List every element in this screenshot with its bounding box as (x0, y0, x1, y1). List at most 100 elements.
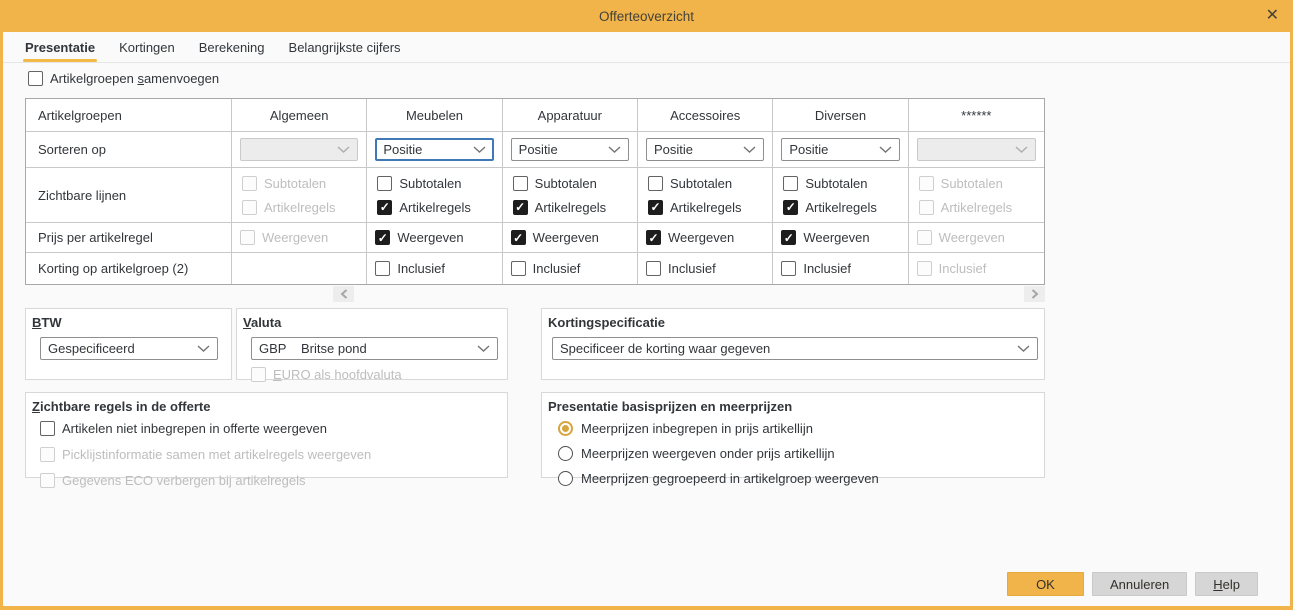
checkbox-icon (916, 261, 932, 276)
chevron-left-icon (339, 289, 347, 299)
scroll-right-button[interactable] (1024, 286, 1045, 302)
checkbox-checked-icon (783, 199, 799, 215)
valuta-panel: Valuta GBP Britse pond EURO als hoofdvalu… (236, 308, 508, 382)
subtotalen-checkbox-algemeen: Subtotalen (242, 175, 326, 191)
row-label-korting-op-artikelgroep: Korting op artikelgroep (2) (26, 253, 232, 284)
ok-button[interactable]: OK (1006, 572, 1084, 596)
checkbox-icon (510, 261, 526, 276)
artikelregels-checkbox-accessoires[interactable]: Artikelregels (647, 199, 742, 215)
sort-select-apparatuur[interactable]: Positie (510, 138, 629, 161)
chevron-down-icon (1017, 345, 1030, 352)
checkbox-icon (242, 199, 257, 215)
valuta-select[interactable]: GBP Britse pond (251, 337, 498, 360)
article-groups-table: Artikelgroepen Algemeen Meubelen Apparat… (25, 98, 1045, 285)
scroll-left-button[interactable] (333, 286, 354, 302)
btw-select[interactable]: Gespecificeerd (40, 337, 218, 360)
weergeven-checkbox-meubelen[interactable]: Weergeven (375, 230, 464, 245)
checkbox-checked-icon (645, 230, 661, 245)
dialog-footer: OK Annuleren Help (1006, 572, 1258, 596)
checkbox-icon (375, 261, 391, 276)
merge-article-groups-label: Artikelgroepen samenvoegen (50, 71, 220, 86)
offerteoverzicht-dialog: Offerteoverzicht ✕ Presentatie Kortingen… (0, 0, 1293, 610)
artikelen-niet-inbegrepen-checkbox[interactable]: Artikelen niet inbegrepen in offerte wee… (40, 421, 501, 436)
checkbox-icon (783, 175, 799, 191)
sort-select-diversen[interactable]: Positie (781, 138, 900, 161)
empty-cell-algemeen (232, 253, 368, 284)
weergeven-checkbox-masked: Weergeven (916, 230, 1005, 245)
checkbox-icon (40, 473, 55, 488)
inclusief-checkbox-masked: Inclusief (916, 261, 986, 276)
weergeven-checkbox-diversen[interactable]: Weergeven (781, 230, 870, 245)
chevron-down-icon (608, 146, 621, 153)
meerprijzen-inbegrepen-radio[interactable]: Meerprijzen inbegrepen in prijs artikell… (558, 421, 1038, 436)
subtotalen-checkbox-masked: Subtotalen (918, 175, 1003, 191)
checkbox-icon (240, 230, 255, 245)
col-header-masked: ****** (908, 99, 1044, 132)
inclusief-checkbox-apparatuur[interactable]: Inclusief (510, 261, 580, 276)
meerprijzen-gegroepeerd-radio[interactable]: Meerprijzen gegroepeerd in artikelgroep … (558, 471, 1038, 486)
sort-select-masked (916, 138, 1036, 161)
euro-hoofdvaluta-checkbox: EURO als hoofdvaluta (251, 367, 501, 382)
artikelregels-checkbox-diversen[interactable]: Artikelregels (783, 199, 877, 215)
dialog-title: Offerteoverzicht (598, 8, 695, 24)
tab-berekening[interactable]: Berekening (199, 32, 265, 62)
subtotalen-checkbox-diversen[interactable]: Subtotalen (783, 175, 868, 191)
checkbox-icon (647, 175, 663, 191)
sort-select-accessoires[interactable]: Positie (645, 138, 765, 161)
inclusief-checkbox-accessoires[interactable]: Inclusief (645, 261, 716, 276)
cancel-button[interactable]: Annuleren (1091, 572, 1188, 596)
sort-select-meubelen[interactable]: Positie (375, 138, 494, 161)
sort-select-algemeen (240, 138, 359, 161)
checkbox-icon (918, 175, 934, 191)
merge-article-groups-checkbox[interactable]: Artikelgroepen samenvoegen (28, 71, 219, 86)
subtotalen-checkbox-accessoires[interactable]: Subtotalen (647, 175, 732, 191)
subtotalen-checkbox-apparatuur[interactable]: Subtotalen (512, 175, 597, 191)
checkbox-icon (251, 367, 266, 382)
subtotalen-checkbox-meubelen[interactable]: Subtotalen (377, 175, 462, 191)
weergeven-checkbox-apparatuur[interactable]: Weergeven (510, 230, 599, 245)
checkbox-checked-icon (512, 199, 528, 215)
checkbox-icon (916, 230, 932, 245)
picklijstinformatie-checkbox: Picklijstinformatie samen met artikelreg… (40, 447, 501, 462)
chevron-down-icon (1015, 146, 1028, 153)
checkbox-icon (28, 71, 43, 86)
kortingspecificatie-panel: Kortingspecificatie Specificeer de korti… (541, 308, 1045, 380)
tab-presentatie[interactable]: Presentatie (22, 32, 98, 62)
kortingspecificatie-select[interactable]: Specificeer de korting waar gegeven (552, 337, 1038, 360)
weergeven-checkbox-accessoires[interactable]: Weergeven (645, 230, 734, 245)
btw-panel: BTW Gespecificeerd (25, 308, 232, 380)
checkbox-icon (242, 175, 257, 191)
checkbox-checked-icon (647, 199, 663, 215)
radio-selected-icon (558, 421, 573, 436)
checkbox-icon (377, 175, 393, 191)
col-header-artikelgroepen: Artikelgroepen (26, 99, 232, 132)
col-header-diversen: Diversen (773, 99, 909, 132)
checkbox-checked-icon (510, 230, 526, 245)
chevron-down-icon (743, 146, 756, 153)
weergeven-checkbox-algemeen: Weergeven (240, 230, 328, 245)
zichtbare-regels-panel: Zichtbare regels in de offerte Artikelen… (25, 392, 508, 488)
meerprijzen-onder-prijs-radio[interactable]: Meerprijzen weergeven onder prijs artike… (558, 446, 1038, 461)
artikelregels-checkbox-apparatuur[interactable]: Artikelregels (512, 199, 606, 215)
tab-belangrijkste-cijfers[interactable]: Belangrijkste cijfers (289, 32, 401, 62)
chevron-down-icon (337, 146, 350, 153)
close-icon[interactable]: ✕ (1266, 8, 1279, 24)
chevron-right-icon (1031, 289, 1039, 299)
checkbox-checked-icon (377, 199, 393, 215)
row-label-prijs-per-artikelregel: Prijs per artikelregel (26, 223, 232, 253)
kortingspecificatie-label: Kortingspecificatie (548, 315, 666, 330)
valuta-label: Valuta (243, 315, 282, 330)
radio-icon (558, 446, 573, 461)
col-header-apparatuur: Apparatuur (502, 99, 638, 132)
artikelregels-checkbox-masked: Artikelregels (918, 199, 1012, 215)
chevron-down-icon (477, 345, 490, 352)
checkbox-icon (781, 261, 797, 276)
tab-bar: Presentatie Kortingen Berekening Belangr… (3, 32, 1290, 63)
tab-kortingen[interactable]: Kortingen (119, 32, 175, 62)
artikelregels-checkbox-meubelen[interactable]: Artikelregels (377, 199, 471, 215)
inclusief-checkbox-diversen[interactable]: Inclusief (781, 261, 851, 276)
presentatie-meerprijzen-label: Presentatie basisprijzen en meerprijzen (548, 399, 793, 414)
inclusief-checkbox-meubelen[interactable]: Inclusief (375, 261, 445, 276)
col-header-meubelen: Meubelen (367, 99, 503, 132)
help-button[interactable]: Help (1195, 572, 1258, 596)
